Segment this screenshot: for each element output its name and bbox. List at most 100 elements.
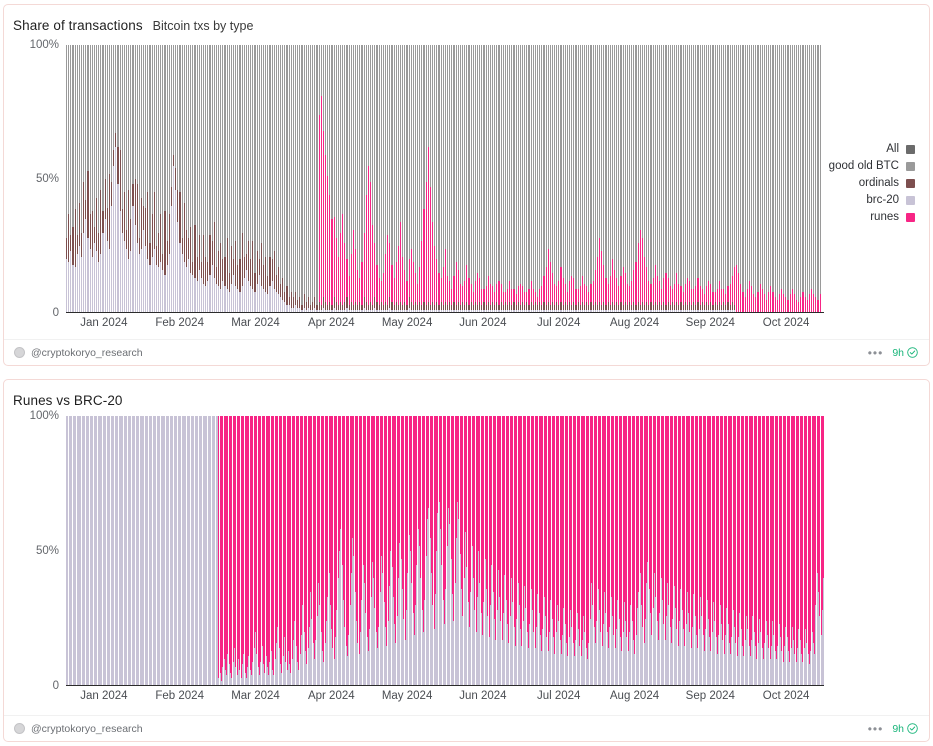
x-tick-label: Apr 2024: [307, 317, 355, 329]
bar-segment: [466, 264, 468, 303]
legend-item[interactable]: good old BTC: [829, 160, 915, 172]
x-tick-label: Aug 2024: [609, 317, 660, 329]
bar-segment: [280, 45, 282, 284]
bar-segment: [286, 286, 288, 305]
bar-segment: [624, 272, 626, 303]
bar-segment: [380, 45, 382, 281]
bar-segment: [757, 291, 759, 313]
bar-segment: [551, 302, 554, 311]
bar-segment: [365, 45, 367, 196]
bar-segment: [620, 302, 622, 311]
bar-segment: [162, 270, 164, 313]
x-tick-label: Mar 2024: [231, 317, 280, 329]
bar-segment: [547, 45, 549, 249]
bar-segment: [104, 179, 106, 220]
panel-2-footer: @cryptokoryo_research ••• 9h: [4, 715, 929, 741]
bar-segment: [410, 45, 412, 249]
legend-item[interactable]: All: [886, 143, 915, 155]
bar-segment: [329, 302, 331, 311]
bar-segment: [806, 45, 808, 300]
bar-segment: [738, 272, 740, 313]
bar-segment: [66, 237, 68, 260]
bar-segment: [83, 45, 85, 182]
bar-segment: [768, 291, 770, 313]
bar-segment: [755, 296, 757, 313]
bar-segment: [243, 256, 245, 279]
bar-segment: [504, 291, 506, 303]
more-options-icon-2[interactable]: •••: [868, 723, 884, 735]
bar-segment: [275, 45, 277, 276]
bar-segment: [66, 259, 68, 313]
bar-segment: [440, 45, 442, 279]
bar-segment: [361, 45, 363, 263]
bar-segment: [258, 45, 260, 260]
bar-segment: [748, 45, 750, 281]
bar-segment: [665, 45, 667, 273]
bar-segment: [684, 45, 686, 284]
bar-segment: [226, 237, 228, 289]
bar-segment: [175, 45, 177, 169]
bar-segment: [179, 192, 181, 244]
bar-segment: [776, 45, 778, 300]
bar-segment: [614, 45, 616, 271]
bar-segment: [412, 45, 414, 263]
chart-legend[interactable]: All good old BTC ordinals brc-20 runes: [829, 143, 915, 223]
bar-segment: [207, 280, 209, 313]
bar-segment: [350, 45, 352, 255]
bar-segment: [344, 45, 346, 244]
bar-segment: [699, 286, 701, 305]
bar-segment: [815, 296, 817, 313]
bar-segment: [588, 45, 590, 292]
bar-segment: [348, 45, 350, 276]
bar-segment: [290, 45, 292, 292]
bar-segment: [282, 278, 284, 300]
bar-segment: [539, 288, 541, 303]
bar-segment: [190, 45, 192, 228]
bar-segment: [217, 286, 220, 313]
bar-segment: [611, 45, 613, 260]
bar-segment: [656, 45, 658, 276]
bar-segment: [691, 288, 693, 305]
bar-segment: [128, 45, 130, 190]
bar-segment: [376, 45, 378, 265]
more-options-icon[interactable]: •••: [868, 347, 884, 359]
legend-item[interactable]: brc-20: [866, 194, 915, 206]
bar-segment: [466, 45, 468, 265]
bar-segment: [350, 254, 352, 303]
bar-segment: [346, 296, 348, 308]
bar-segment: [614, 270, 616, 305]
bar-segment: [740, 283, 742, 313]
legend-item[interactable]: runes: [870, 211, 915, 223]
bar-segment: [113, 45, 115, 150]
bar-segment: [83, 181, 85, 233]
bar-segment: [177, 45, 179, 190]
bar-segment: [789, 294, 791, 313]
bar-segment: [382, 45, 384, 273]
bar-segment: [70, 251, 72, 313]
bar-segment: [143, 45, 145, 206]
bar-segment: [549, 262, 551, 305]
bar-segment: [438, 45, 440, 273]
bar-segment: [295, 45, 297, 292]
bar-segment: [590, 45, 592, 284]
bar-segment: [100, 254, 102, 313]
bar-segment: [83, 232, 85, 313]
bar-segment: [676, 302, 678, 311]
bar-segment: [474, 280, 476, 303]
legend-item[interactable]: ordinals: [859, 177, 915, 189]
bar-segment: [203, 235, 205, 284]
bar-segment: [695, 286, 697, 305]
bar-segment: [181, 45, 183, 238]
bar-segment: [192, 275, 194, 313]
bar-segment: [474, 302, 476, 311]
bar-segment: [391, 264, 393, 303]
bar-segment: [113, 149, 115, 166]
bar-segment: [716, 45, 718, 289]
bar-segment: [701, 302, 703, 311]
bar-segment: [80, 256, 83, 313]
bar-segment: [530, 280, 532, 303]
bar-segment: [232, 259, 235, 276]
bar-segment: [819, 45, 821, 295]
bar-segment: [410, 302, 412, 311]
bar-segment: [673, 45, 676, 284]
